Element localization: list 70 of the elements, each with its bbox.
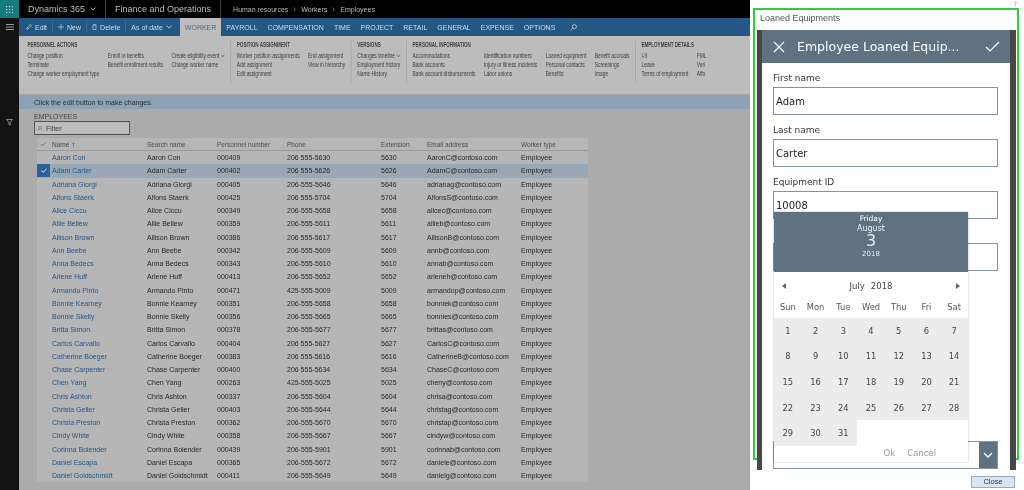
search-icon[interactable] [570,23,578,31]
calendar-day[interactable]: 31 [829,420,858,446]
panel-title: Loaned Equipments [760,12,842,24]
chevron-down-icon [90,7,97,11]
checkmark-icon[interactable] [41,142,46,146]
calendar-day[interactable]: 1 [774,318,802,344]
calendar-day[interactable]: 8 [774,343,802,370]
close-icon[interactable] [773,40,785,53]
selected-day: 3 [865,233,877,249]
search-icon [37,125,42,131]
dialog-button[interactable]: Cancel [907,447,936,458]
calendar-day[interactable]: 25 [857,394,885,421]
row-checkbox[interactable] [37,164,50,178]
calendar-day[interactable]: 30 [801,420,830,446]
plus-icon [58,24,65,30]
calendar-day[interactable]: 6 [912,318,941,344]
calendar-day[interactable]: 14 [940,343,968,370]
weekday-header: Wed [860,301,882,314]
month-label: July [849,281,865,291]
calendar-day[interactable]: 24 [829,394,858,421]
calendar-day[interactable]: 16 [801,369,830,395]
field-label: Equipment ID [773,177,836,189]
calendar-day[interactable]: 18 [857,369,885,395]
calendar-day[interactable]: 10 [829,343,858,370]
calendar-day[interactable]: 7 [940,318,968,344]
checkmark-icon [40,168,47,174]
app-name[interactable]: Dynamics 365 [28,4,86,14]
weekday-header: Tue [835,301,852,314]
calendar-day[interactable]: 2 [801,318,830,344]
selected-month: August [857,224,885,233]
next-month-icon[interactable] [956,283,960,289]
chevron-down-icon [983,452,993,458]
weekday-header: Sun [778,301,797,314]
filter-icon[interactable] [6,119,13,126]
calendar-day[interactable]: 29 [774,420,802,446]
calendar-day[interactable]: 17 [829,369,858,395]
text-field[interactable]: Adam [773,87,998,115]
previous-month-icon[interactable] [782,283,786,289]
calendar-day[interactable]: 28 [940,394,968,421]
calendar-day[interactable]: 3 [829,318,858,344]
weekday-header: Sat [946,301,962,314]
calendar-day[interactable]: 5 [884,318,913,344]
sort-arrow-icon [72,141,76,147]
calendar-day[interactable]: 4 [857,318,885,344]
calendar-day[interactable]: 11 [857,343,885,370]
text-field[interactable]: Carter [773,139,998,167]
grid-icon [6,5,13,13]
chevron-down-icon [220,53,225,58]
weekday-header: Thu [889,301,908,314]
calendar-day[interactable]: 22 [774,394,802,421]
chevron-right-icon [332,6,336,12]
year-label: 2018 [870,281,893,291]
dialog-button[interactable]: Ok [883,447,896,458]
menu-icon[interactable] [5,24,14,30]
chevron-down-icon [396,53,401,58]
chevron-down-icon [165,25,172,29]
app-title: Employee Loaned Equip... [797,39,961,54]
pencil-icon [26,24,32,30]
module-name: Finance and Operations [115,4,212,14]
field-label: First name [773,73,822,85]
calendar-day[interactable]: 19 [884,369,913,395]
weekday-header: Mon [805,301,826,314]
field-label: Last name [773,125,822,137]
calendar-day[interactable]: 21 [940,369,968,395]
app-launcher-button[interactable] [0,0,19,18]
trash-icon [92,24,98,30]
calendar-day[interactable]: 20 [912,369,941,395]
chevron-right-icon [293,6,297,12]
calendar-day[interactable]: 15 [774,369,802,395]
weekday-header: Fri [920,301,933,314]
